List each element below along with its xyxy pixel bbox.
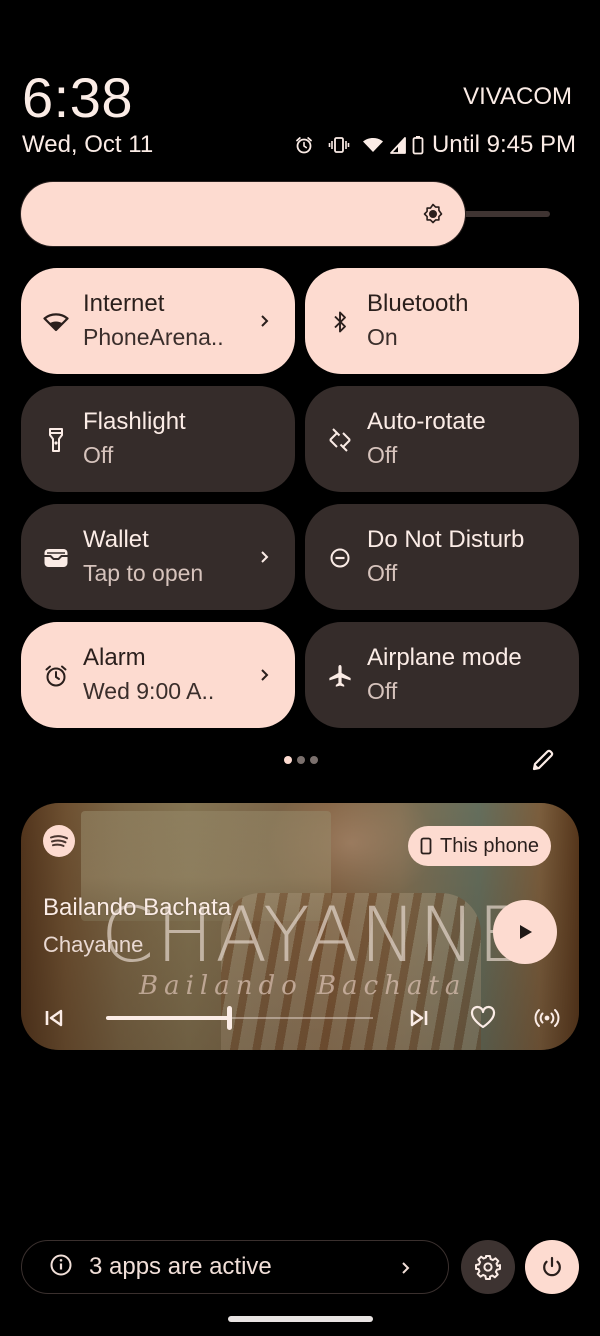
date[interactable]: Wed, Oct 11	[22, 130, 153, 160]
broadcast-icon	[534, 1009, 560, 1027]
brightness-icon	[422, 203, 444, 230]
tile-subtitle: PhoneArena..	[83, 324, 224, 350]
tile-title: Internet	[83, 290, 165, 317]
info-icon	[49, 1253, 73, 1282]
tile-title: Airplane mode	[367, 644, 522, 671]
wifi-icon	[362, 135, 384, 155]
bluetooth-icon	[327, 309, 353, 335]
tile-flashlight[interactable]: Flashlight Off	[21, 386, 295, 492]
chevron-right-icon	[398, 1257, 414, 1284]
edit-tiles-button[interactable]	[530, 747, 556, 778]
brightness-slider-track[interactable]	[456, 211, 550, 217]
phone-icon	[420, 837, 432, 855]
do-not-disturb-icon	[327, 545, 353, 571]
alarm-icon	[43, 663, 69, 689]
tile-title: Flashlight	[83, 408, 186, 435]
tile-title: Auto-rotate	[367, 408, 486, 435]
tile-title: Wallet	[83, 526, 149, 553]
tile-subtitle: Off	[367, 560, 398, 586]
output-device-chip[interactable]: This phone	[408, 826, 551, 866]
alarm-icon	[294, 135, 314, 155]
tile-airplane-mode[interactable]: Airplane mode Off	[305, 622, 579, 728]
seek-thumb[interactable]	[226, 1006, 232, 1030]
tile-subtitle: Off	[367, 678, 398, 704]
carrier-name: VIVACOM	[463, 83, 572, 110]
play-button[interactable]	[493, 900, 557, 964]
spotify-icon	[43, 825, 75, 857]
airplane-icon	[327, 663, 353, 689]
power-button[interactable]	[525, 1240, 579, 1294]
gear-icon	[475, 1255, 501, 1280]
tile-do-not-disturb[interactable]: Do Not Disturb Off	[305, 504, 579, 610]
chevron-right-icon	[257, 309, 273, 333]
like-button[interactable]	[469, 1004, 497, 1035]
seek-progress	[106, 1016, 229, 1020]
cast-button[interactable]	[534, 1007, 560, 1034]
tile-subtitle: On	[367, 324, 398, 350]
tile-subtitle: Off	[83, 442, 114, 468]
power-icon	[543, 1256, 561, 1277]
tile-auto-rotate[interactable]: Auto-rotate Off	[305, 386, 579, 492]
tile-wallet[interactable]: Wallet Tap to open	[21, 504, 295, 610]
battery-icon	[412, 135, 424, 155]
artist-name: Chayanne	[43, 932, 144, 957]
active-apps-label: 3 apps are active	[89, 1253, 272, 1280]
heart-icon	[470, 1005, 496, 1029]
settings-button[interactable]	[461, 1240, 515, 1294]
brightness-slider[interactable]	[21, 182, 465, 246]
wallet-icon	[43, 545, 69, 571]
tile-bluetooth[interactable]: Bluetooth On	[305, 268, 579, 374]
play-icon	[520, 925, 532, 939]
vibrate-icon	[328, 135, 350, 155]
skip-next-icon	[410, 1009, 428, 1027]
output-device-label: This phone	[440, 834, 539, 857]
page-dot-1[interactable]	[284, 756, 292, 764]
tile-title: Alarm	[83, 644, 146, 671]
next-track-button[interactable]	[408, 1006, 430, 1035]
tile-subtitle: Wed 9:00 A..	[83, 678, 215, 704]
home-gesture-handle[interactable]	[228, 1316, 373, 1322]
tile-subtitle: Off	[367, 442, 398, 468]
tile-subtitle: Tap to open	[83, 560, 204, 586]
flashlight-icon	[43, 427, 69, 453]
chevron-right-icon	[257, 545, 273, 569]
status-icons: Until 9:45 PM	[294, 130, 576, 160]
page-dot-2[interactable]	[297, 756, 305, 764]
battery-time-remaining: Until 9:45 PM	[431, 131, 576, 158]
auto-rotate-icon	[327, 427, 353, 453]
album-art-subtext: Bailando Bachata	[139, 971, 467, 1001]
page-dot-3[interactable]	[310, 756, 318, 764]
wifi-icon	[43, 309, 69, 335]
tile-alarm[interactable]: Alarm Wed 9:00 A..	[21, 622, 295, 728]
tile-title: Do Not Disturb	[367, 526, 525, 553]
page-indicator	[284, 756, 318, 764]
previous-track-button[interactable]	[43, 1006, 65, 1035]
active-apps-button[interactable]: 3 apps are active	[21, 1240, 449, 1294]
tile-internet[interactable]: Internet PhoneArena..	[21, 268, 295, 374]
clock[interactable]: 6:38	[22, 66, 133, 130]
cell-signal-icon	[390, 136, 406, 154]
skip-previous-icon	[45, 1009, 63, 1027]
song-title: Bailando Bachata	[43, 894, 232, 921]
tile-title: Bluetooth	[367, 290, 469, 317]
media-player[interactable]: CHAYANNE Bailando Bachata This phone Bai…	[21, 803, 579, 1050]
pencil-icon	[532, 749, 554, 771]
chevron-right-icon	[257, 663, 273, 687]
seek-bar[interactable]	[106, 1006, 373, 1030]
